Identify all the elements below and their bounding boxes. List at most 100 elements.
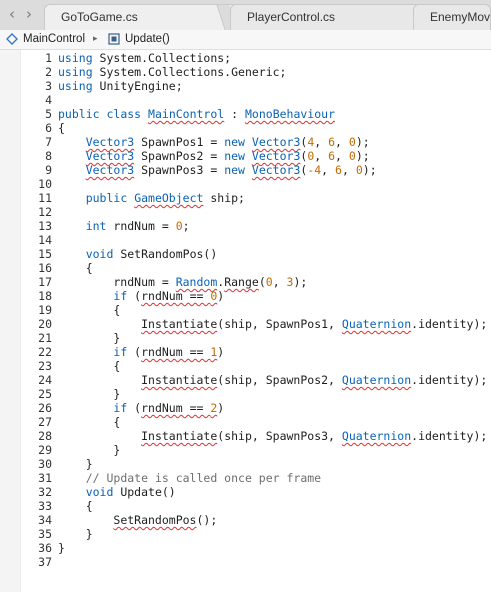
code-token: }: [58, 457, 93, 471]
method-icon: [108, 33, 120, 45]
code-token: Vector3: [85, 135, 135, 149]
code-token: {: [58, 359, 121, 373]
code-line[interactable]: 35 }: [20, 527, 491, 541]
code-line[interactable]: 32 void Update(): [20, 485, 491, 499]
code-line[interactable]: 10: [20, 177, 491, 191]
code-line[interactable]: 17 rndNum = Random.Range(0, 3);: [20, 275, 491, 289]
code-text: public GameObject ship;: [58, 191, 245, 205]
code-line[interactable]: 13 int rndNum = 0;: [20, 219, 491, 233]
code-token: SetRandomPos: [113, 513, 197, 527]
code-line[interactable]: 4: [20, 93, 491, 107]
code-token: 6: [328, 135, 336, 149]
code-token: if: [113, 345, 128, 359]
code-text: }: [58, 527, 93, 541]
line-number: 1: [45, 51, 52, 65]
code-line[interactable]: 3 using UnityEngine;: [20, 79, 491, 93]
code-line[interactable]: 6{: [20, 121, 491, 135]
code-token: ,: [272, 275, 287, 289]
code-text: }: [58, 443, 120, 457]
code-line[interactable]: 33 {: [20, 499, 491, 513]
line-number: 10: [38, 177, 52, 191]
code-line[interactable]: 7 Vector3 SpawnPos1 = new Vector3(4, 6, …: [20, 135, 491, 149]
code-token: new: [224, 163, 245, 177]
code-token: (ship, SpawnPos3,: [217, 429, 342, 443]
code-line[interactable]: 24 Instantiate(ship, SpawnPos2, Quaterni…: [20, 373, 491, 387]
code-line[interactable]: 23 {: [20, 359, 491, 373]
code-line[interactable]: 22 if (rndNum == 1): [20, 345, 491, 359]
code-line[interactable]: 19 {: [20, 303, 491, 317]
code-token: }: [58, 443, 121, 457]
tab-gotogame[interactable]: GoToGame.cs: [44, 4, 238, 30]
line-number: 3: [45, 79, 52, 93]
code-line[interactable]: 15 void SetRandomPos(): [20, 247, 491, 261]
breadcrumb-class[interactable]: MainControl: [6, 31, 85, 48]
code-token: ,: [321, 163, 336, 177]
line-number: 31: [38, 471, 52, 485]
tab-enemymove[interactable]: EnemyMove: [413, 4, 491, 30]
code-token: UnityEngine;: [92, 79, 183, 93]
code-text: {: [58, 359, 120, 373]
code-token: // Update is called once per frame: [85, 471, 322, 485]
code-token: (ship, SpawnPos1,: [217, 317, 342, 331]
code-line[interactable]: 20 Instantiate(ship, SpawnPos1, Quaterni…: [20, 317, 491, 331]
code-text: Vector3 SpawnPos3 = new Vector3(-4, 6, 0…: [58, 163, 377, 177]
code-text: public class MainControl : MonoBehaviour: [58, 107, 335, 121]
code-token: :: [224, 107, 245, 121]
code-token: if: [113, 401, 128, 415]
code-line[interactable]: 16 {: [20, 261, 491, 275]
code-line[interactable]: 14: [20, 233, 491, 247]
code-token: ,: [341, 163, 356, 177]
code-line[interactable]: 25 }: [20, 387, 491, 401]
code-token: Random: [175, 275, 218, 289]
line-number: 13: [38, 219, 52, 233]
code-line[interactable]: 27 {: [20, 415, 491, 429]
code-line[interactable]: 34 SetRandomPos();: [20, 513, 491, 527]
code-token: ): [217, 401, 225, 415]
line-number: 19: [38, 303, 52, 317]
code-line[interactable]: 18 if (rndNum == 0): [20, 289, 491, 303]
code-line[interactable]: 26 if (rndNum == 2): [20, 401, 491, 415]
line-number: 35: [38, 527, 52, 541]
code-line[interactable]: 2 using System.Collections.Generic;: [20, 65, 491, 79]
code-token: -4: [307, 163, 322, 177]
code-token: {: [58, 415, 121, 429]
code-token: 0: [265, 275, 273, 289]
code-line[interactable]: 31 // Update is called once per frame: [20, 471, 491, 485]
code-token: rndNum =: [106, 219, 176, 233]
code-line[interactable]: 36}: [20, 541, 491, 555]
code-line[interactable]: 12: [20, 205, 491, 219]
code-text: using System.Collections.Generic;: [58, 65, 287, 79]
back-arrow-icon[interactable]: ‹: [4, 5, 20, 23]
code-token: public: [58, 107, 100, 121]
code-token: (: [127, 345, 142, 359]
code-token: (ship, SpawnPos2,: [217, 373, 342, 387]
line-number: 33: [38, 499, 52, 513]
code-token: void: [85, 247, 114, 261]
code-line[interactable]: 29 }: [20, 443, 491, 457]
tab-playercontrol[interactable]: PlayerControl.cs: [230, 4, 420, 30]
code-line[interactable]: 37: [20, 555, 491, 569]
code-line[interactable]: 30 }: [20, 457, 491, 471]
breadcrumb-method-label: Update(): [125, 33, 170, 45]
forward-arrow-icon[interactable]: ›: [21, 5, 37, 23]
code-line[interactable]: 11 public GameObject ship;: [20, 191, 491, 205]
code-line[interactable]: 9 Vector3 SpawnPos3 = new Vector3(-4, 6,…: [20, 163, 491, 177]
tab-label: PlayerControl.cs: [247, 10, 336, 24]
code-line[interactable]: 1 using System.Collections;: [20, 51, 491, 65]
code-token: 0: [348, 135, 356, 149]
breadcrumb-method[interactable]: Update(): [108, 31, 170, 48]
code-text: rndNum = Random.Range(0, 3);: [58, 275, 307, 289]
code-token: rndNum =: [58, 275, 176, 289]
code-editor[interactable]: 1 using System.Collections; 2 using System.…: [20, 50, 491, 592]
code-line[interactable]: 28 Instantiate(ship, SpawnPos3, Quaterni…: [20, 429, 491, 443]
line-number: 21: [38, 331, 52, 345]
code-line[interactable]: 8 Vector3 SpawnPos2 = new Vector3(0, 6, …: [20, 149, 491, 163]
tab-bar: ‹ › GoToGame.cs PlayerControl.cs EnemyMo…: [0, 0, 491, 31]
code-line[interactable]: 21 }: [20, 331, 491, 345]
code-text: int rndNum = 0;: [58, 219, 190, 233]
code-line[interactable]: 5 public class MainControl : MonoBehaviou…: [20, 107, 491, 121]
